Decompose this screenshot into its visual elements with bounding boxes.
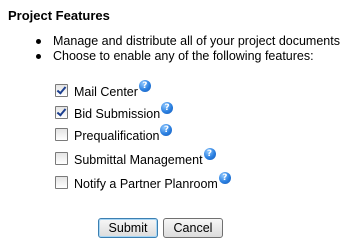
help-icon[interactable]: ? — [160, 124, 173, 136]
bid-submission-label: Bid Submission — [74, 106, 161, 121]
prequalification-label: Prequalification — [74, 128, 160, 143]
feature-bid-submission: Bid Submission ? — [55, 102, 174, 121]
submittal-management-checkbox[interactable] — [55, 151, 68, 165]
intro-list: Manage and distribute all of your projec… — [36, 34, 340, 64]
mail-center-checkbox[interactable] — [55, 83, 68, 97]
help-icon[interactable]: ? — [138, 80, 151, 92]
help-icon[interactable]: ? — [161, 102, 174, 114]
help-icon[interactable]: ? — [203, 148, 216, 160]
help-icon[interactable]: ? — [218, 172, 231, 184]
bid-submission-checkbox[interactable] — [55, 105, 68, 119]
feature-mail-center: Mail Center ? — [55, 80, 151, 99]
mail-center-label: Mail Center — [74, 84, 138, 99]
notify-partner-planroom-label: Notify a Partner Planroom — [74, 176, 218, 191]
feature-submittal-management: Submittal Management ? — [55, 148, 216, 167]
submit-button[interactable]: Submit — [98, 218, 158, 238]
cancel-button[interactable]: Cancel — [163, 218, 223, 238]
feature-notify-partner-planroom: Notify a Partner Planroom ? — [55, 172, 231, 191]
notify-partner-planroom-checkbox[interactable] — [55, 175, 68, 189]
page-title: Project Features — [8, 8, 110, 23]
intro-item: Choose to enable any of the following fe… — [36, 49, 340, 64]
intro-item: Manage and distribute all of your projec… — [36, 34, 340, 49]
prequalification-checkbox[interactable] — [55, 127, 68, 141]
submittal-management-label: Submittal Management — [74, 152, 203, 167]
feature-prequalification: Prequalification ? — [55, 124, 173, 143]
